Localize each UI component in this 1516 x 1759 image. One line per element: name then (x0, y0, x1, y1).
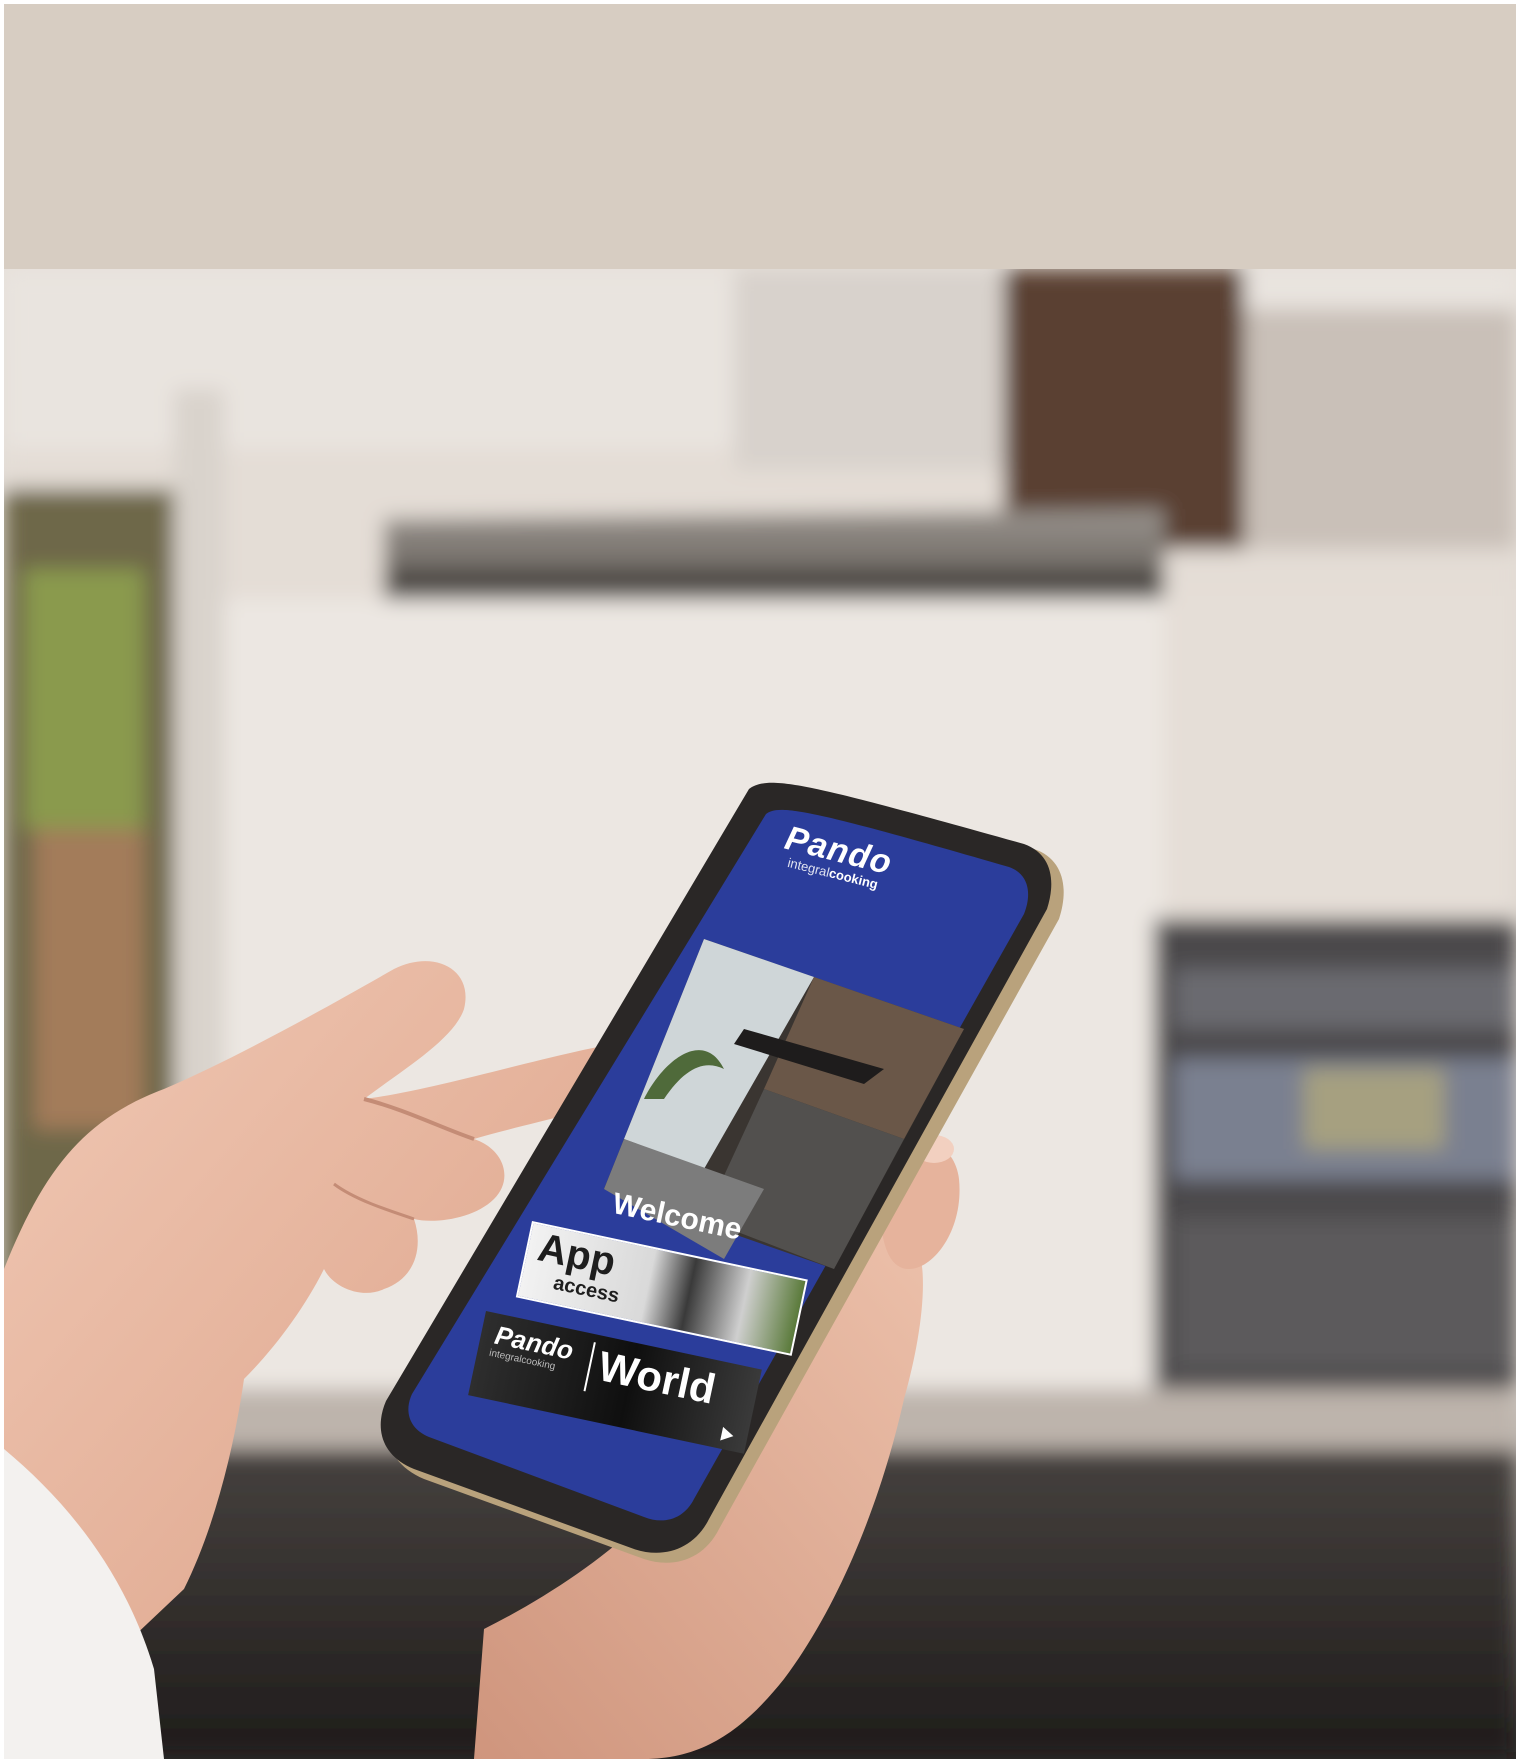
welcome-heading: Welcome (609, 1187, 745, 1247)
phone-app-ui: Pando integralcooking Welcome App access… (4, 269, 1516, 1759)
app-logo: Pando integralcooking (779, 819, 896, 893)
play-triangle-icon (720, 1426, 735, 1444)
page: Pando integralcooking Welcome App access… (0, 0, 1516, 1759)
pando-world-divider (583, 1342, 596, 1392)
kitchen-photo: Pando integralcooking Welcome App access… (4, 269, 1516, 1759)
top-color-band (4, 4, 1516, 269)
app-access-big: App (534, 1225, 620, 1285)
pando-world-label: World (594, 1342, 720, 1413)
